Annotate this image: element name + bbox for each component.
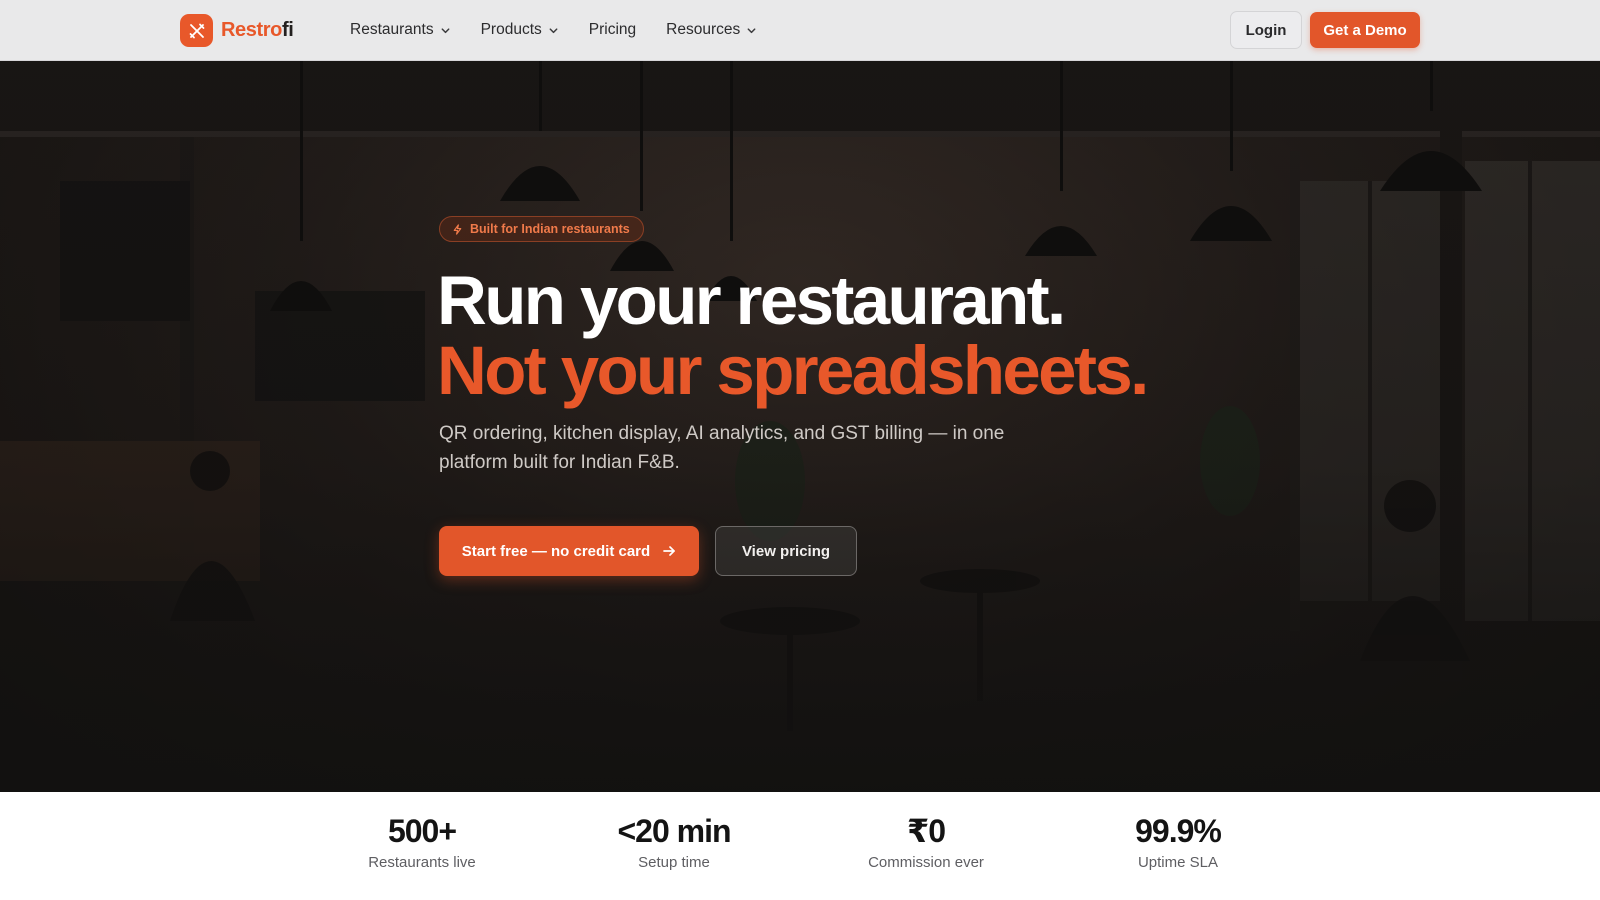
view-pricing-button[interactable]: View pricing (715, 526, 857, 576)
stat-value: 99.9% (1135, 813, 1222, 849)
nav-item-products[interactable]: Products (481, 21, 559, 39)
stat-value: ₹0 (906, 813, 946, 849)
nav-item-label: Pricing (588, 21, 637, 38)
nav-item-label: Restaurants (350, 21, 434, 38)
nav-item-pricing[interactable]: Pricing (589, 21, 636, 39)
chevron-down-icon (548, 25, 559, 36)
stat-uptime: 99.9% Uptime SLA (1068, 812, 1288, 871)
headline-line-1: Run your restaurant. (437, 262, 1066, 339)
nav-item-label: Resources (666, 21, 741, 38)
hero-headline: Run your restaurant. Not your spreadshee… (437, 262, 1149, 409)
login-button[interactable]: Login (1230, 11, 1302, 49)
brand-logo[interactable]: Restrofi (180, 14, 294, 47)
stat-label: Uptime SLA (1137, 854, 1219, 871)
stat-label: Setup time (638, 854, 710, 871)
hero-badge-text: Built for Indian restaurants (470, 222, 630, 236)
stat-value: 500+ (387, 813, 457, 849)
nav-item-resources[interactable]: Resources (666, 21, 757, 39)
stat-restaurants: 500+ Restaurants live (312, 812, 532, 871)
stat-label: Restaurants live (368, 854, 476, 871)
fork-knife-cross-icon (180, 14, 213, 47)
arrow-right-icon (662, 544, 676, 558)
stat-setup-time: <20 min Setup time (564, 812, 784, 871)
top-navbar: Restrofi Restaurants Products Pricing Re… (0, 0, 1600, 61)
start-free-label: Start free — no credit card (461, 542, 651, 560)
hero-section: Built for Indian restaurants Run your re… (0, 61, 1600, 792)
stat-commission: ₹0 Commission ever (816, 812, 1036, 871)
get-demo-button[interactable]: Get a Demo (1310, 12, 1420, 48)
lightning-bolt-icon (452, 223, 463, 235)
nav-item-restaurants[interactable]: Restaurants (350, 21, 451, 39)
stat-label: Commission ever (868, 854, 984, 871)
chevron-down-icon (440, 25, 451, 36)
start-free-button[interactable]: Start free — no credit card (439, 526, 699, 576)
stat-value: <20 min (617, 813, 731, 849)
stats-bar: 500+ Restaurants live <20 min Setup time… (0, 792, 1600, 900)
hero-subtext: QR ordering, kitchen display, AI analyti… (439, 423, 1005, 473)
nav-item-label: Products (480, 21, 542, 38)
headline-line-2: Not your spreadsheets. (437, 332, 1149, 409)
brand-name: Restrofi (221, 19, 294, 41)
chevron-down-icon (746, 25, 757, 36)
hero-badge: Built for Indian restaurants (439, 216, 644, 242)
main-nav: Restaurants Products Pricing Resources (350, 0, 787, 60)
